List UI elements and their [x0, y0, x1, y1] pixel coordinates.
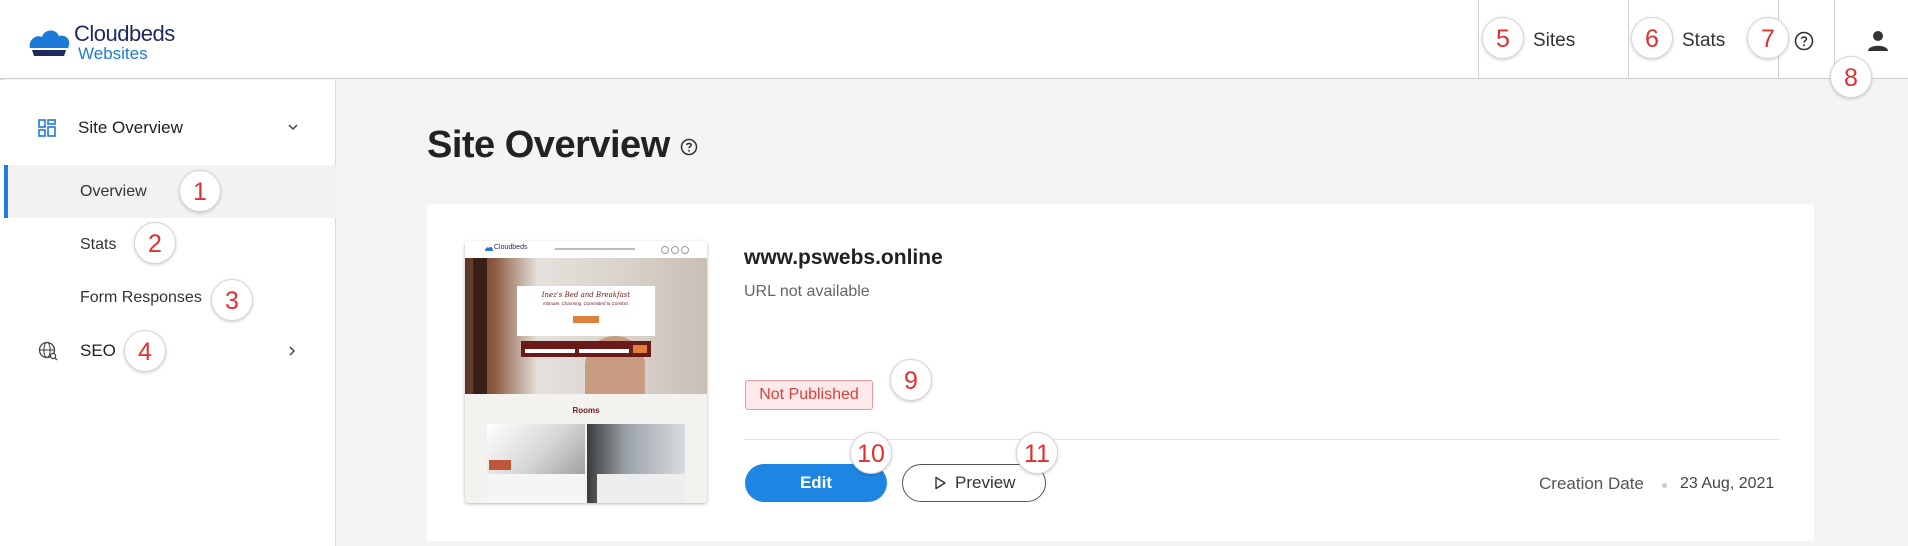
top-header: Cloudbeds Websites Sites Stats [0, 0, 1908, 79]
sidebar-item-overview[interactable]: Overview [80, 183, 147, 201]
annotation-marker: 1 [179, 170, 221, 212]
annotation-marker: 7 [1747, 17, 1789, 59]
thumb-room-image [587, 424, 685, 503]
thumb-nav-dot [671, 246, 679, 254]
sidebar-item-form-responses[interactable]: Form Responses [80, 289, 202, 307]
sidebar-item-stats[interactable]: Stats [80, 236, 116, 254]
annotation-marker: 2 [134, 222, 176, 264]
thumb-booking-bar [521, 341, 651, 357]
site-card: Cloudbeds Inez's Bed and Breakfast Intim… [427, 204, 1814, 541]
annotation-marker: 6 [1631, 17, 1673, 59]
annotation-marker: 10 [850, 432, 892, 474]
chevron-right-icon[interactable] [287, 345, 297, 357]
thumb-rooms-section: Rooms [465, 394, 707, 503]
annotation-marker: 8 [1830, 56, 1872, 98]
header-divider [1478, 0, 1479, 79]
annotation-marker: 4 [124, 330, 166, 372]
creation-date-label: Creation Date [1539, 474, 1644, 493]
dashboard-icon [38, 119, 56, 137]
card-divider [744, 439, 1779, 440]
globe-search-icon [38, 341, 58, 361]
logo-line1: Cloudbeds [74, 21, 175, 46]
separator-dot [1662, 483, 1667, 488]
thumb-logo-icon [485, 247, 493, 251]
preview-label: Preview [955, 473, 1016, 492]
annotation-marker: 3 [211, 279, 253, 321]
thumb-rooms-title: Rooms [572, 406, 600, 415]
question-circle-icon[interactable] [1794, 31, 1814, 51]
thumb-hero-image: Inez's Bed and Breakfast Intimate. Charm… [465, 258, 707, 394]
cloudbeds-logo-icon [29, 30, 70, 56]
thumb-nav-links [555, 248, 635, 250]
site-domain: www.pswebs.online [744, 246, 943, 269]
sidebar-active-indicator [4, 165, 8, 218]
logo-wordmark: Cloudbeds Websites [74, 21, 175, 63]
sidebar-active-row [4, 165, 336, 218]
thumb-hero-button [573, 316, 599, 323]
site-thumbnail[interactable]: Cloudbeds Inez's Bed and Breakfast Intim… [465, 241, 707, 503]
chevron-down-icon[interactable] [287, 122, 299, 132]
site-url-status: URL not available [744, 283, 870, 300]
question-circle-icon[interactable] [680, 138, 698, 156]
play-icon [935, 476, 946, 490]
page-title: Site Overview [427, 124, 670, 166]
thumb-room-image [487, 424, 585, 503]
status-badge: Not Published [745, 380, 873, 410]
thumb-hero-subtitle: Intimate. Charming. Committed to Comfort… [543, 301, 629, 306]
creation-date-value: 23 Aug, 2021 [1680, 475, 1775, 492]
header-divider [1628, 0, 1629, 79]
annotation-marker: 9 [890, 359, 932, 401]
thumb-logo-text: Cloudbeds [494, 244, 528, 251]
annotation-marker: 11 [1016, 432, 1058, 474]
thumb-nav-dot [681, 246, 689, 254]
nav-stats[interactable]: Stats [1682, 30, 1725, 52]
sidebar-site-overview[interactable]: Site Overview [78, 118, 183, 138]
sidebar-seo[interactable]: SEO [80, 341, 116, 361]
nav-sites[interactable]: Sites [1533, 30, 1575, 52]
annotation-marker: 5 [1482, 17, 1524, 59]
user-icon[interactable] [1866, 29, 1890, 53]
sidebar [0, 80, 336, 546]
thumb-nav-dot [661, 246, 669, 254]
logo-line2: Websites [78, 44, 148, 63]
thumb-bedpost [473, 258, 487, 394]
thumb-navbar: Cloudbeds [465, 241, 707, 259]
thumb-hero-title: Inez's Bed and Breakfast [541, 291, 631, 299]
thumb-hero-box: Inez's Bed and Breakfast Intimate. Charm… [517, 286, 655, 336]
